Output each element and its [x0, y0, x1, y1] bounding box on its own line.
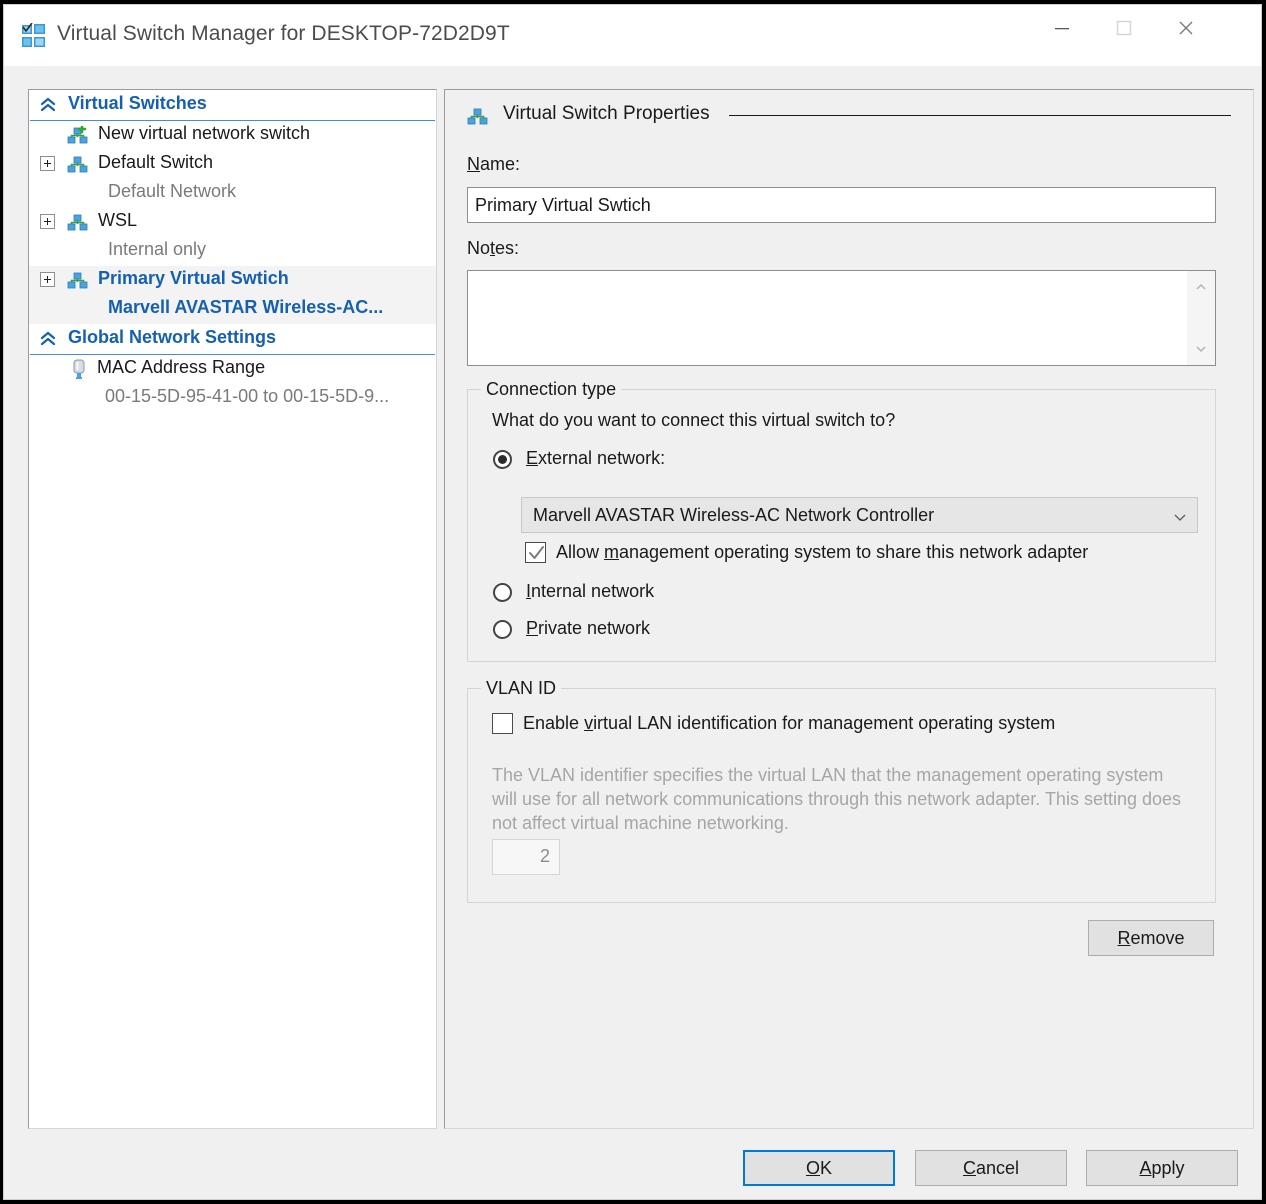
title-bar: Virtual Switch Manager for DESKTOP-72D2D… — [4, 5, 1261, 66]
close-icon[interactable] — [1155, 5, 1217, 51]
radio-internal-network[interactable] — [493, 583, 512, 602]
new-virtual-switch-icon — [67, 124, 89, 145]
tree-item-sublabel-row: Internal only — [29, 237, 436, 266]
tree-item-default-switch[interactable]: Default Switch — [29, 150, 436, 179]
tree-group-label: Global Network Settings — [68, 327, 277, 347]
cancel-button[interactable]: Cancel — [915, 1150, 1067, 1186]
virtual-switches-tree[interactable]: Virtual Switches New virtual network swi… — [28, 89, 437, 1129]
virtual-switch-icon — [67, 271, 89, 290]
radio-external-network[interactable] — [493, 450, 512, 469]
ok-button-label: OK — [805, 1158, 833, 1178]
virtual-switch-icon — [67, 213, 89, 232]
remove-button[interactable]: Remove — [1088, 920, 1214, 956]
notes-textarea[interactable] — [468, 271, 1187, 365]
external-adapter-dropdown[interactable]: Marvell AVASTAR Wireless-AC Network Cont… — [521, 497, 1198, 533]
checkbox-enable-vlan-label: Enable virtual LAN identification for ma… — [523, 713, 1056, 733]
properties-header-title: Virtual Switch Properties — [503, 103, 710, 124]
chevron-down-icon[interactable] — [1194, 342, 1208, 356]
name-label: Name: — [467, 154, 521, 174]
tree-item-sublabel-row: Default Network — [29, 179, 436, 208]
tree-item-sublabel-row: Marvell AVASTAR Wireless-AC... — [29, 295, 436, 324]
tree-item-sublabel: Marvell AVASTAR Wireless-AC... — [108, 297, 384, 317]
tree-group-virtual-switches[interactable]: Virtual Switches — [30, 90, 435, 121]
tree-group-label: Virtual Switches — [68, 93, 207, 113]
radio-external-network-label: External network: — [526, 448, 666, 468]
tree-item-sublabel-row: 00-15-5D-95-41-00 to 00-15-5D-9... — [29, 384, 436, 413]
checkbox-allow-management-share-label: Allow management operating system to sha… — [556, 542, 1089, 562]
properties-header: Virtual Switch Properties — [467, 103, 1231, 128]
tree-item-sublabel: Default Network — [108, 181, 237, 201]
vlan-id-group: VLAN ID Enable virtual LAN identificatio… — [467, 678, 1216, 903]
header-divider — [729, 115, 1231, 116]
tree-item-mac-address-range[interactable]: MAC Address Range — [29, 355, 436, 384]
radio-private-network[interactable] — [493, 620, 512, 639]
tree-item-label: Default Switch — [98, 152, 214, 172]
tree-item-sublabel: 00-15-5D-95-41-00 to 00-15-5D-9... — [105, 386, 390, 406]
notes-scrollbar[interactable] — [1186, 271, 1215, 365]
remove-button-label: Remove — [1117, 928, 1185, 948]
minimize-icon[interactable] — [1031, 5, 1093, 51]
maximize-icon[interactable] — [1093, 5, 1155, 51]
external-adapter-value: Marvell AVASTAR Wireless-AC Network Cont… — [533, 505, 935, 525]
notes-box — [467, 270, 1216, 366]
virtual-switch-icon — [67, 155, 89, 174]
apply-button-label: Apply — [1139, 1158, 1185, 1178]
tree-item-sublabel: Internal only — [108, 239, 207, 259]
vlan-description: The VLAN identifier specifies the virtua… — [492, 765, 1182, 833]
virtual-switch-icon — [467, 107, 489, 126]
mac-address-icon — [71, 359, 87, 380]
connection-type-title: Connection type — [481, 379, 622, 400]
chevron-double-up-icon — [40, 330, 56, 348]
expand-icon[interactable] — [40, 272, 55, 287]
radio-internal-network-label: Internal network — [526, 581, 655, 601]
name-input[interactable] — [467, 187, 1216, 223]
tree-group-global-network-settings[interactable]: Global Network Settings — [30, 324, 435, 355]
vlan-id-title: VLAN ID — [481, 678, 562, 699]
virtual-switch-properties-panel: Virtual Switch Properties Name: Notes: C… — [444, 89, 1254, 1129]
chevron-up-icon[interactable] — [1194, 280, 1208, 294]
checkbox-enable-vlan[interactable] — [492, 713, 513, 734]
virtual-switch-manager-window: Virtual Switch Manager for DESKTOP-72D2D… — [3, 4, 1262, 1200]
tree-item-label: MAC Address Range — [97, 357, 266, 377]
window-title: Virtual Switch Manager for DESKTOP-72D2D… — [57, 22, 510, 45]
chevron-down-icon — [1173, 510, 1187, 522]
tree-item-primary-virtual-swtich[interactable]: Primary Virtual Swtich — [29, 266, 436, 295]
ok-button[interactable]: OK — [743, 1150, 895, 1186]
virtual-switch-manager-icon — [21, 22, 47, 49]
tree-item-label: Primary Virtual Swtich — [98, 268, 289, 288]
vlan-id-value: 2 — [539, 846, 550, 866]
tree-item-wsl[interactable]: WSL — [29, 208, 436, 237]
cancel-button-label: Cancel — [962, 1158, 1020, 1178]
notes-label: Notes: — [467, 238, 520, 258]
expand-icon[interactable] — [40, 214, 55, 229]
expand-icon[interactable] — [40, 156, 55, 171]
tree-item-label: New virtual network switch — [98, 123, 311, 143]
radio-private-network-label: Private network — [526, 618, 651, 638]
tree-item-label: WSL — [98, 210, 138, 230]
connection-type-group: Connection type What do you want to conn… — [467, 379, 1216, 662]
tree-item-new-virtual-network-switch[interactable]: New virtual network switch — [29, 121, 436, 150]
vlan-id-input[interactable]: 2 — [492, 839, 560, 875]
chevron-double-up-icon — [40, 96, 56, 114]
apply-button[interactable]: Apply — [1086, 1150, 1238, 1186]
connection-type-question: What do you want to connect this virtual… — [492, 410, 896, 430]
checkbox-allow-management-share[interactable] — [525, 542, 546, 563]
